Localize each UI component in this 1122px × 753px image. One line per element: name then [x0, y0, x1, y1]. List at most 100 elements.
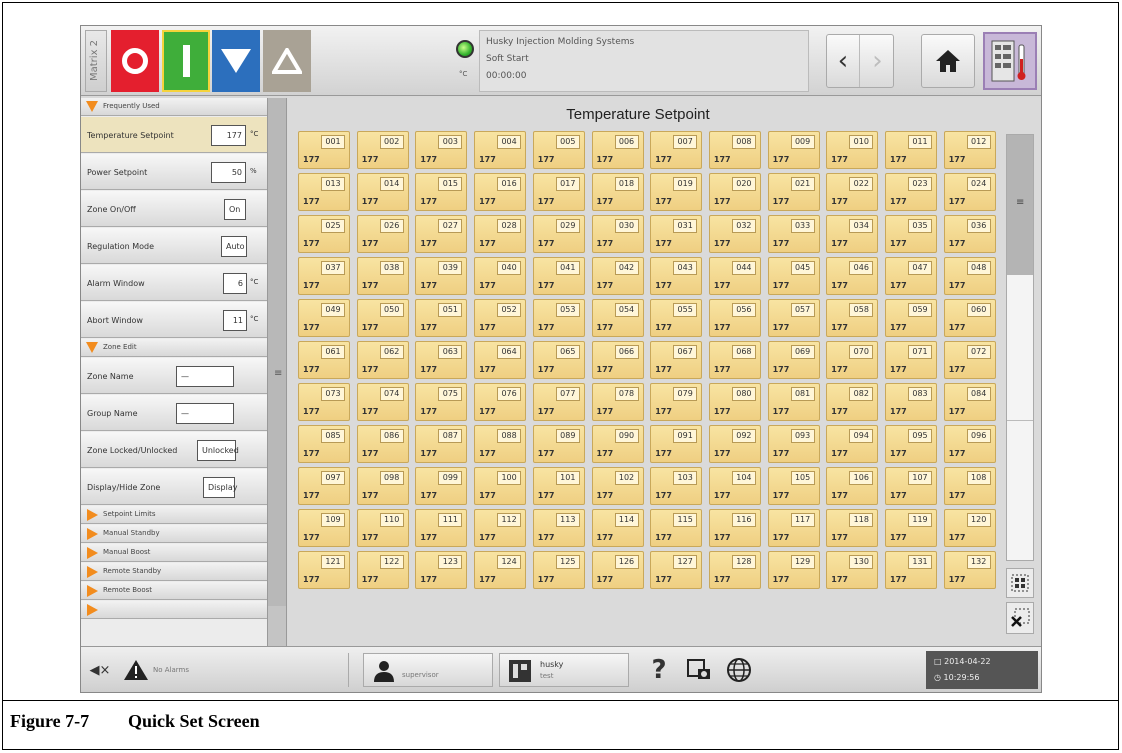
zone-tile[interactable]: 014 177 — [356, 173, 409, 211]
zone-tile[interactable]: 075 177 — [415, 383, 468, 421]
decrease-button[interactable] — [212, 30, 260, 92]
zone-tile[interactable]: 057 177 — [767, 299, 820, 337]
help-button[interactable]: ? — [641, 651, 677, 689]
zone-tile[interactable]: 123 177 — [415, 551, 468, 589]
zone-tile[interactable]: 101 177 — [532, 467, 585, 505]
zone-tile[interactable]: 040 177 — [474, 257, 527, 295]
zone-tile[interactable]: 055 177 — [650, 299, 703, 337]
panel-splitter[interactable]: ≡ — [267, 98, 287, 646]
zone-tile[interactable]: 042 177 — [591, 257, 644, 295]
zone-tile[interactable]: 076 177 — [474, 383, 527, 421]
zone-tile[interactable]: 046 177 — [826, 257, 879, 295]
row-temperature-setpoint[interactable]: Temperature Setpoint 177 °C — [81, 117, 267, 153]
zone-tile[interactable]: 097 177 — [298, 467, 350, 505]
zone-tile[interactable]: 044 177 — [708, 257, 761, 295]
zone-tile[interactable]: 117 177 — [767, 509, 820, 547]
zone-tile[interactable]: 102 177 — [591, 467, 644, 505]
zone-tile[interactable]: 048 177 — [943, 257, 996, 295]
zone-tile[interactable]: 130 177 — [826, 551, 879, 589]
zone-tile[interactable]: 116 177 — [708, 509, 761, 547]
zone-tile[interactable]: 039 177 — [415, 257, 468, 295]
zone-tile[interactable]: 018 177 — [591, 173, 644, 211]
zone-tile[interactable]: 081 177 — [767, 383, 820, 421]
zone-tile[interactable]: 034 177 — [826, 215, 879, 253]
row-zone-on-off[interactable]: Zone On/Off On — [81, 191, 267, 227]
temperature-setpoint-field[interactable]: 177 — [211, 125, 246, 146]
back-button[interactable]: ‹ — [827, 35, 860, 87]
zone-tile[interactable]: 041 177 — [532, 257, 585, 295]
zone-tile[interactable]: 070 177 — [826, 341, 879, 379]
zone-tile[interactable]: 032 177 — [708, 215, 761, 253]
zone-tile[interactable]: 112 177 — [474, 509, 527, 547]
zone-tile[interactable]: 052 177 — [474, 299, 527, 337]
zone-tile[interactable]: 001 177 — [298, 131, 350, 169]
zone-tile[interactable]: 072 177 — [943, 341, 996, 379]
section-partial[interactable] — [81, 601, 267, 619]
zone-tile[interactable]: 019 177 — [650, 173, 703, 211]
zone-tile[interactable]: 128 177 — [708, 551, 761, 589]
zone-tile[interactable]: 003 177 — [415, 131, 468, 169]
screen-capture-button[interactable] — [681, 653, 717, 687]
zone-tile[interactable]: 060 177 — [943, 299, 996, 337]
zone-tile[interactable]: 080 177 — [708, 383, 761, 421]
language-button[interactable] — [721, 653, 757, 687]
zone-tile[interactable]: 118 177 — [826, 509, 879, 547]
zone-tile[interactable]: 100 177 — [474, 467, 527, 505]
zone-tile[interactable]: 079 177 — [650, 383, 703, 421]
zone-tile[interactable]: 065 177 — [532, 341, 585, 379]
machine-on-button[interactable] — [162, 30, 210, 92]
zone-tile[interactable]: 088 177 — [474, 425, 527, 463]
zone-tile[interactable]: 008 177 — [708, 131, 761, 169]
zone-tile[interactable]: 122 177 — [356, 551, 409, 589]
zone-tile[interactable]: 056 177 — [708, 299, 761, 337]
row-zone-name[interactable]: Zone Name — — [81, 358, 267, 394]
section-manual-boost[interactable]: Manual Boost — [81, 544, 267, 562]
zone-tile[interactable]: 013 177 — [298, 173, 350, 211]
zone-tile[interactable]: 120 177 — [943, 509, 996, 547]
zone-tile[interactable]: 017 177 — [532, 173, 585, 211]
zone-tile[interactable]: 105 177 — [767, 467, 820, 505]
zone-tile[interactable]: 098 177 — [356, 467, 409, 505]
zone-tile[interactable]: 129 177 — [767, 551, 820, 589]
forward-button[interactable]: › — [861, 35, 894, 87]
zone-tile[interactable]: 094 177 — [826, 425, 879, 463]
clear-selection-button[interactable] — [1006, 602, 1034, 634]
zone-tile[interactable]: 024 177 — [943, 173, 996, 211]
section-setpoint-limits[interactable]: Setpoint Limits — [81, 506, 267, 524]
zone-tile[interactable]: 083 177 — [885, 383, 937, 421]
row-abort-window[interactable]: Abort Window 11 °C — [81, 302, 267, 338]
zone-tile[interactable]: 054 177 — [591, 299, 644, 337]
zone-tile[interactable]: 010 177 — [826, 131, 879, 169]
display-hide-field[interactable]: Display — [203, 477, 238, 498]
zone-tile[interactable]: 082 177 — [826, 383, 879, 421]
alarm-status[interactable]: No Alarms — [119, 653, 349, 687]
row-power-setpoint[interactable]: Power Setpoint 50 % — [81, 154, 267, 190]
zone-tile[interactable]: 012 177 — [943, 131, 996, 169]
zone-tile[interactable]: 109 177 — [298, 509, 350, 547]
zone-tile[interactable]: 078 177 — [591, 383, 644, 421]
zone-tile[interactable]: 058 177 — [826, 299, 879, 337]
mute-button[interactable]: ◀× — [85, 655, 115, 685]
zone-tile[interactable]: 104 177 — [708, 467, 761, 505]
zone-tile[interactable]: 067 177 — [650, 341, 703, 379]
power-setpoint-field[interactable]: 50 — [211, 162, 246, 183]
zone-tile[interactable]: 053 177 — [532, 299, 585, 337]
zone-tile[interactable]: 071 177 — [885, 341, 937, 379]
zone-tile[interactable]: 047 177 — [885, 257, 937, 295]
row-group-name[interactable]: Group Name — — [81, 395, 267, 431]
zone-tile[interactable]: 038 177 — [356, 257, 409, 295]
zone-locked-field[interactable]: Unlocked — [197, 440, 239, 461]
zone-tile[interactable]: 124 177 — [474, 551, 527, 589]
section-remote-boost[interactable]: Remote Boost — [81, 582, 267, 600]
zone-tile[interactable]: 022 177 — [826, 173, 879, 211]
splitter-scroll-thumb[interactable] — [268, 98, 286, 606]
zone-tile[interactable]: 099 177 — [415, 467, 468, 505]
zone-tile[interactable]: 084 177 — [943, 383, 996, 421]
select-all-button[interactable] — [1006, 568, 1034, 598]
zone-tile[interactable]: 121 177 — [298, 551, 350, 589]
zone-tile[interactable]: 111 177 — [415, 509, 468, 547]
matrix-tab[interactable]: Matrix 2 — [85, 30, 107, 92]
section-zone-edit[interactable]: Zone Edit — [81, 339, 267, 357]
zone-tile[interactable]: 007 177 — [650, 131, 703, 169]
zone-tile[interactable]: 004 177 — [474, 131, 527, 169]
